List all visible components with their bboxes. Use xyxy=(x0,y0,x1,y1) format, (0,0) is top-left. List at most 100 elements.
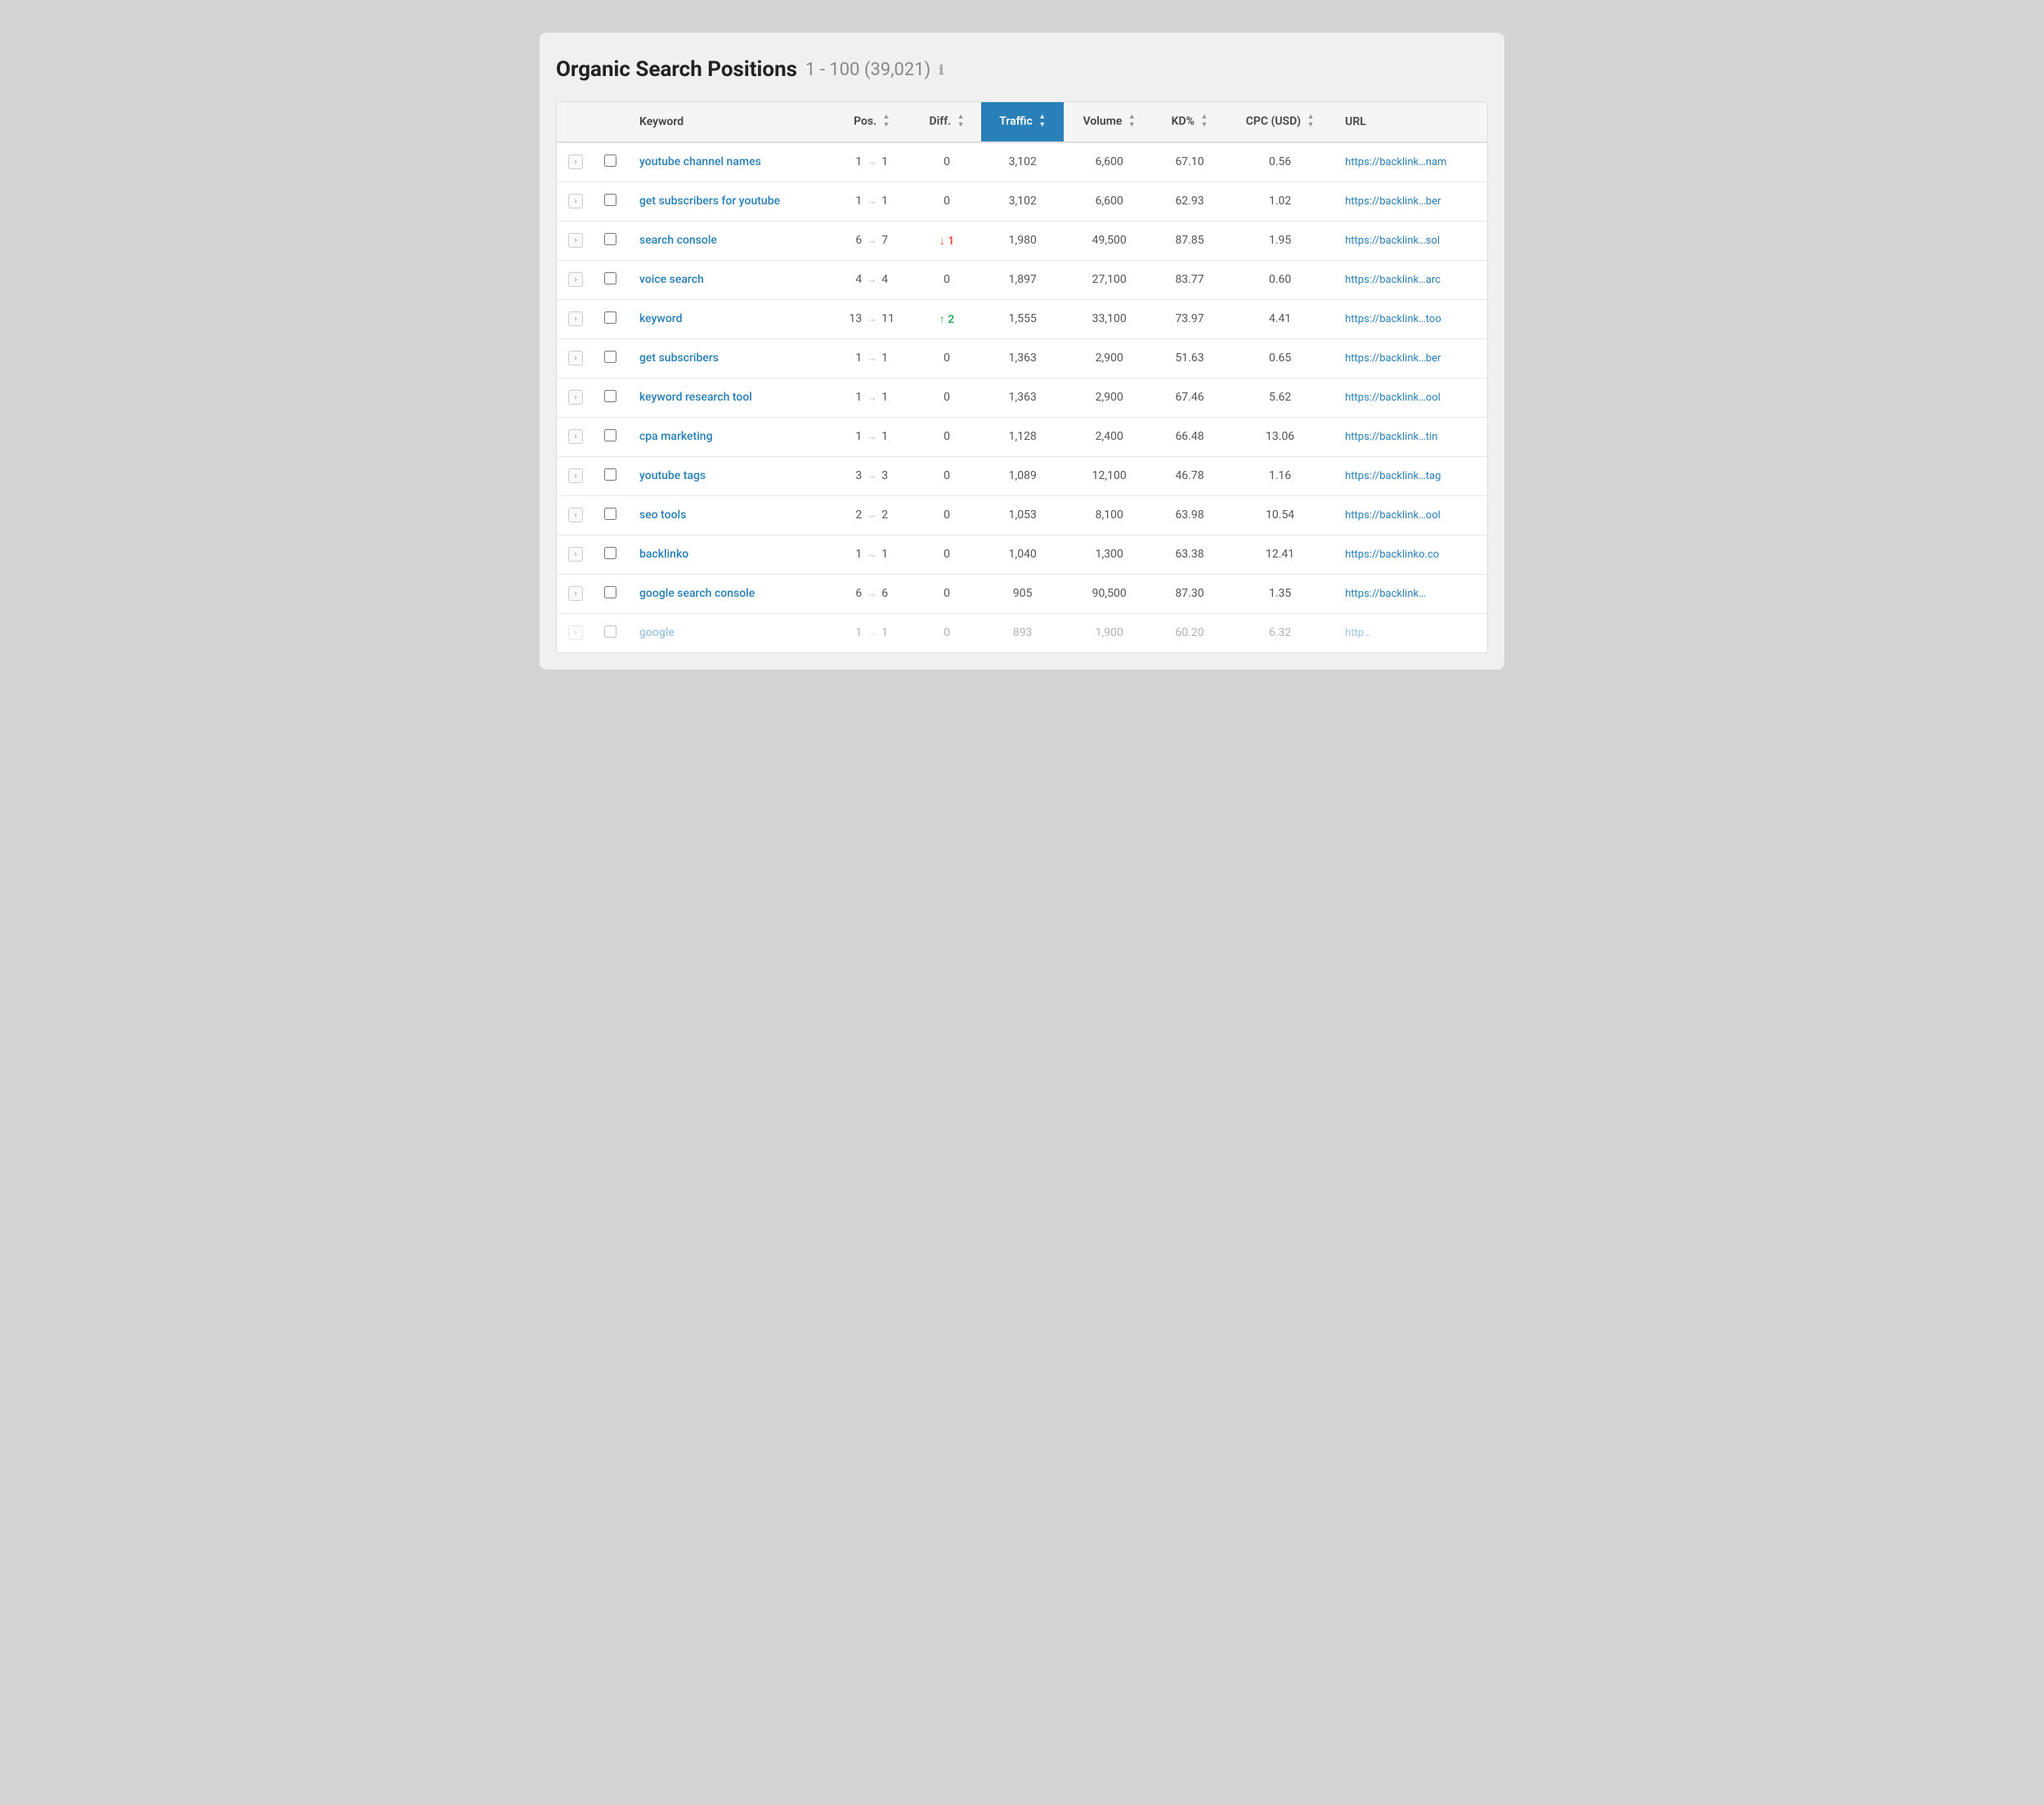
row-checkbox[interactable] xyxy=(604,547,616,559)
traffic-sort-icon: ▲ ▼ xyxy=(1038,114,1046,130)
expand-cell[interactable]: › xyxy=(557,495,594,535)
expand-icon[interactable]: › xyxy=(568,351,583,365)
pos-cell: 4 → 4 xyxy=(831,260,913,299)
kd-cell: 67.10 xyxy=(1154,142,1225,182)
cpc-cell: 0.60 xyxy=(1225,260,1335,299)
expand-icon[interactable]: › xyxy=(568,390,583,405)
expand-cell[interactable]: › xyxy=(557,535,594,574)
keyword-link[interactable]: youtube tags xyxy=(639,469,706,482)
organic-positions-table: Keyword Pos. ▲ ▼ Diff. ▲ ▼ xyxy=(557,102,1487,652)
expand-cell[interactable]: › xyxy=(557,613,594,652)
diff-header[interactable]: Diff. ▲ ▼ xyxy=(912,102,981,142)
row-checkbox[interactable] xyxy=(604,272,616,284)
expand-cell[interactable]: › xyxy=(557,417,594,456)
expand-icon[interactable]: › xyxy=(568,468,583,483)
traffic-cell: 1,363 xyxy=(981,378,1064,417)
kd-cell: 67.46 xyxy=(1154,378,1225,417)
expand-cell[interactable]: › xyxy=(557,338,594,378)
volume-header[interactable]: Volume ▲ ▼ xyxy=(1064,102,1154,142)
row-checkbox[interactable] xyxy=(604,233,616,245)
pos-header[interactable]: Pos. ▲ ▼ xyxy=(831,102,913,142)
keyword-link[interactable]: backlinko xyxy=(639,548,688,561)
volume-sort-icon: ▲ ▼ xyxy=(1128,114,1136,130)
expand-cell[interactable]: › xyxy=(557,574,594,613)
cpc-sort-icon: ▲ ▼ xyxy=(1307,114,1315,130)
expand-cell[interactable]: › xyxy=(557,221,594,260)
keyword-link[interactable]: google search console xyxy=(639,587,755,600)
keyword-link[interactable]: keyword xyxy=(639,312,682,325)
row-checkbox[interactable] xyxy=(604,586,616,598)
expand-cell[interactable]: › xyxy=(557,260,594,299)
url-cell: https://backlink… xyxy=(1335,574,1487,613)
info-icon[interactable]: ℹ xyxy=(939,62,944,78)
keyword-link[interactable]: seo tools xyxy=(639,508,686,522)
expand-cell[interactable]: › xyxy=(557,181,594,221)
keyword-link[interactable]: get subscribers for youtube xyxy=(639,195,780,208)
traffic-cell: 3,102 xyxy=(981,142,1064,182)
row-checkbox[interactable] xyxy=(604,311,616,324)
expand-icon[interactable]: › xyxy=(568,586,583,601)
row-checkbox[interactable] xyxy=(604,625,616,638)
main-container: Organic Search Positions 1 - 100 (39,021… xyxy=(540,33,1504,670)
traffic-header[interactable]: Traffic ▲ ▼ xyxy=(981,102,1064,142)
row-checkbox-cell xyxy=(594,338,626,378)
keyword-link[interactable]: search console xyxy=(639,234,717,247)
expand-cell[interactable]: › xyxy=(557,456,594,495)
row-checkbox[interactable] xyxy=(604,351,616,363)
expand-cell[interactable]: › xyxy=(557,378,594,417)
row-checkbox[interactable] xyxy=(604,194,616,206)
row-checkbox[interactable] xyxy=(604,155,616,167)
expand-icon[interactable]: › xyxy=(568,194,583,208)
url-cell: https://backlink…sol xyxy=(1335,221,1487,260)
row-checkbox[interactable] xyxy=(604,390,616,402)
keyword-link[interactable]: cpa marketing xyxy=(639,430,713,443)
keyword-link[interactable]: keyword research tool xyxy=(639,391,752,404)
cpc-header[interactable]: CPC (USD) ▲ ▼ xyxy=(1225,102,1335,142)
table-row: ›keyword research tool1 → 101,3632,90067… xyxy=(557,378,1487,417)
url-cell: https://backlink…nam xyxy=(1335,142,1487,182)
expand-icon[interactable]: › xyxy=(568,233,583,248)
row-checkbox-cell xyxy=(594,181,626,221)
traffic-cell: 1,980 xyxy=(981,221,1064,260)
expand-icon[interactable]: › xyxy=(568,272,583,287)
expand-icon[interactable]: › xyxy=(568,155,583,169)
traffic-cell: 1,363 xyxy=(981,338,1064,378)
row-checkbox-cell xyxy=(594,260,626,299)
expand-icon[interactable]: › xyxy=(568,311,583,326)
expand-cell[interactable]: › xyxy=(557,299,594,338)
url-cell: https://backlink…ber xyxy=(1335,338,1487,378)
keyword-cell: google search console xyxy=(626,574,831,613)
keyword-link[interactable]: youtube channel names xyxy=(639,155,761,168)
expand-icon[interactable]: › xyxy=(568,547,583,562)
cpc-cell: 1.02 xyxy=(1225,181,1335,221)
data-table-wrapper: Keyword Pos. ▲ ▼ Diff. ▲ ▼ xyxy=(556,101,1488,653)
volume-cell: 1,300 xyxy=(1064,535,1154,574)
diff-cell: 0 xyxy=(912,574,981,613)
row-checkbox[interactable] xyxy=(604,508,616,520)
kd-cell: 83.77 xyxy=(1154,260,1225,299)
row-checkbox-cell xyxy=(594,221,626,260)
pos-cell: 2 → 2 xyxy=(831,495,913,535)
row-checkbox[interactable] xyxy=(604,429,616,441)
keyword-link[interactable]: voice search xyxy=(639,273,704,286)
kd-cell: 73.97 xyxy=(1154,299,1225,338)
row-checkbox[interactable] xyxy=(604,468,616,481)
url-cell: https://backlinko.co xyxy=(1335,535,1487,574)
keyword-link[interactable]: get subscribers xyxy=(639,352,719,365)
kd-cell: 87.30 xyxy=(1154,574,1225,613)
cpc-cell: 13.06 xyxy=(1225,417,1335,456)
traffic-cell: 1,040 xyxy=(981,535,1064,574)
table-row: ›keyword13 → 11↑ 21,55533,10073.974.41ht… xyxy=(557,299,1487,338)
expand-cell[interactable]: › xyxy=(557,142,594,182)
expand-icon[interactable]: › xyxy=(568,508,583,522)
keyword-link[interactable]: google xyxy=(639,626,675,639)
diff-cell: 0 xyxy=(912,613,981,652)
cpc-cell: 1.16 xyxy=(1225,456,1335,495)
expand-icon[interactable]: › xyxy=(568,625,583,640)
volume-cell: 2,900 xyxy=(1064,378,1154,417)
kd-cell: 62.93 xyxy=(1154,181,1225,221)
url-cell: https://backlink…arc xyxy=(1335,260,1487,299)
keyword-header: Keyword xyxy=(626,102,831,142)
kd-header[interactable]: KD% ▲ ▼ xyxy=(1154,102,1225,142)
expand-icon[interactable]: › xyxy=(568,429,583,444)
